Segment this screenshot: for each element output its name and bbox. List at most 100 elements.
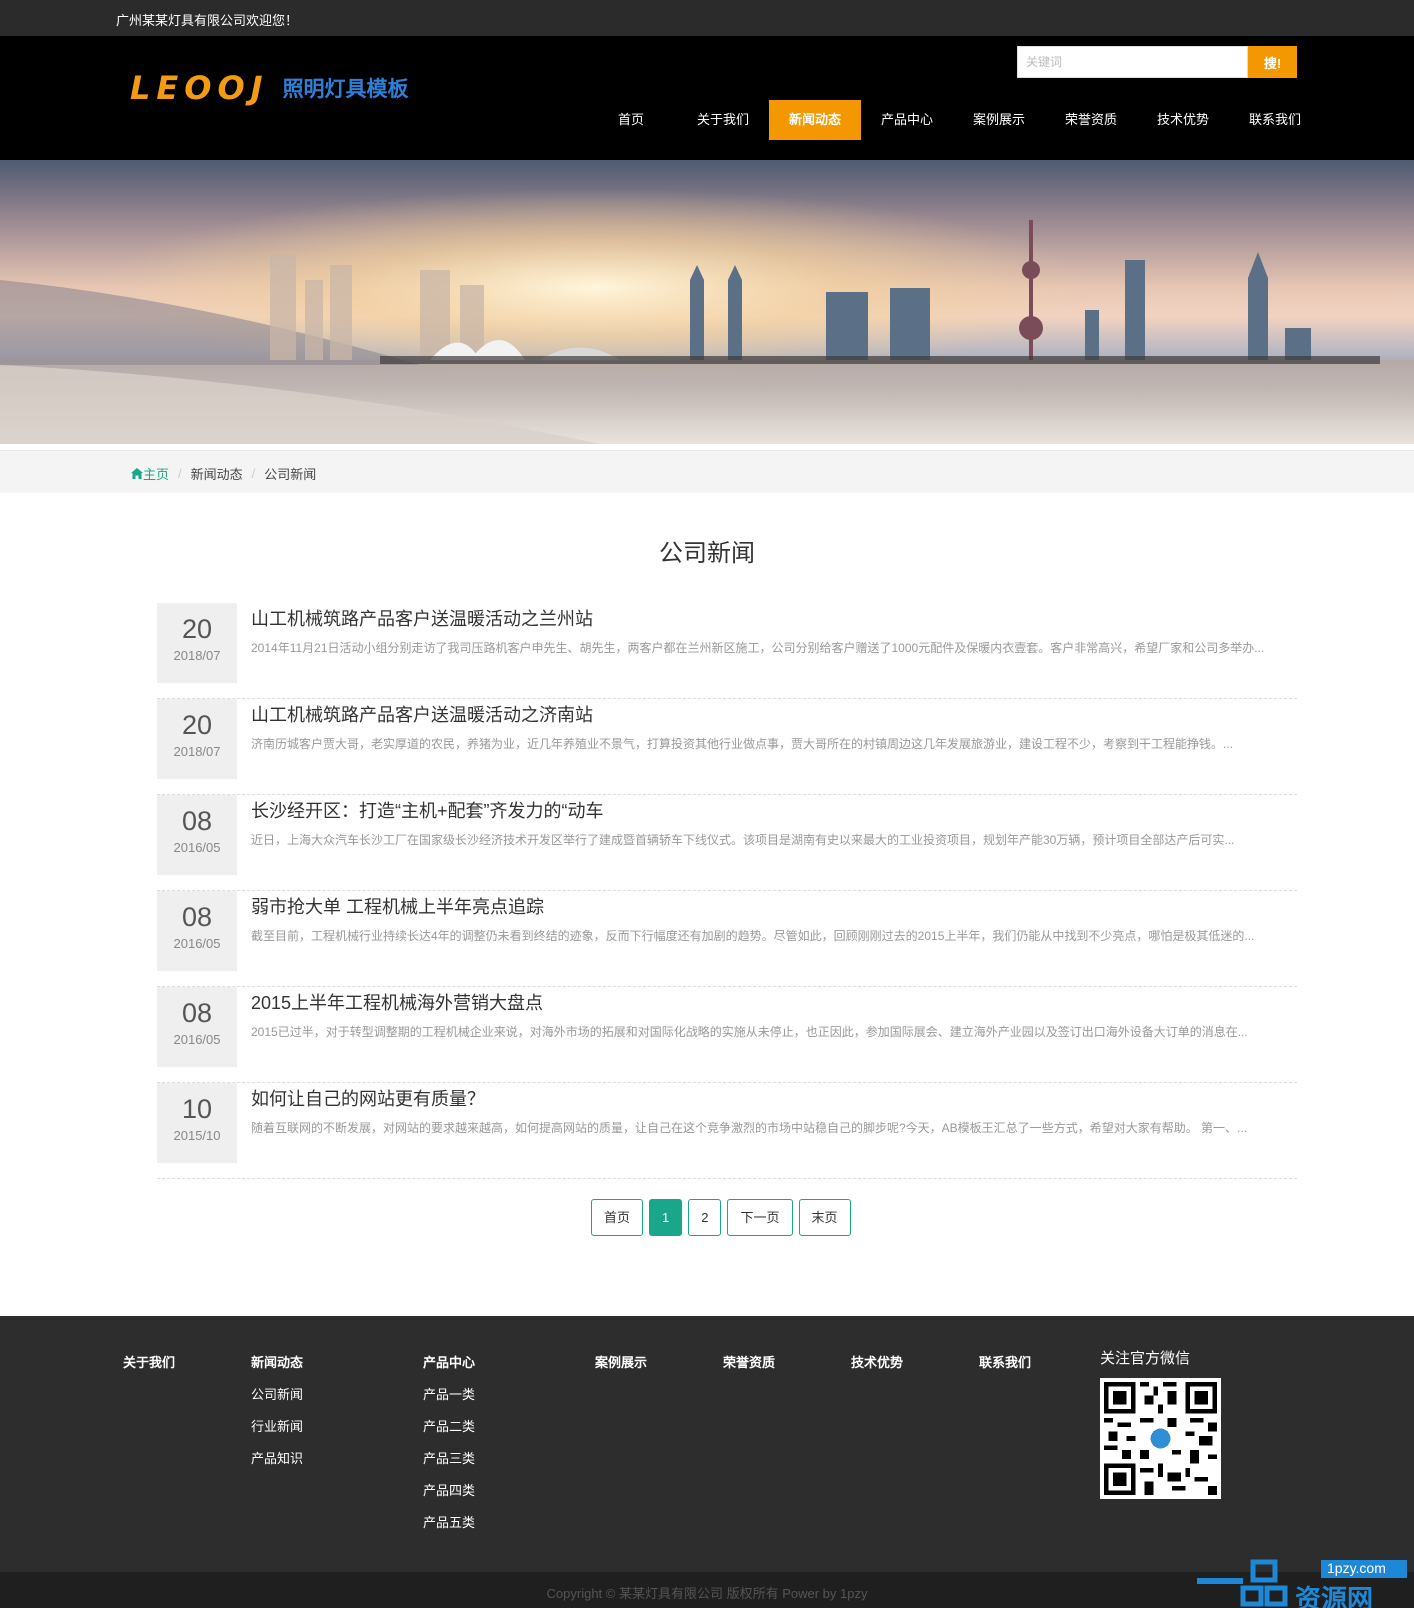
footer-heading[interactable]: 新闻动态 bbox=[251, 1352, 303, 1371]
breadcrumb-separator: / bbox=[178, 466, 182, 481]
news-item[interactable]: 10 2015/10 如何让自己的网站更有质量？ 随着互联网的不断发展，对网站的… bbox=[157, 1083, 1297, 1179]
news-title[interactable]: 山工机械筑路产品客户送温暖活动之兰州站 bbox=[251, 605, 593, 631]
news-year-month: 2016/05 bbox=[173, 840, 221, 855]
watermark-text: 资源网 bbox=[1295, 1585, 1374, 1608]
footer-col-honors: 荣誉资质 bbox=[723, 1352, 775, 1371]
pagination-first[interactable]: 首页 bbox=[591, 1199, 644, 1236]
footer-heading[interactable]: 技术优势 bbox=[851, 1352, 903, 1371]
qr-code-icon bbox=[1104, 1382, 1217, 1495]
pagination-next[interactable]: 下一页 bbox=[727, 1199, 793, 1236]
date-box: 20 2018/07 bbox=[157, 603, 237, 683]
news-day: 08 bbox=[181, 998, 213, 1028]
news-title[interactable]: 2015上半年工程机械海外营销大盘点 bbox=[251, 989, 543, 1015]
nav-item-tech[interactable]: 技术优势 bbox=[1137, 100, 1229, 140]
page-title: 公司新闻 bbox=[659, 540, 755, 567]
news-year-month: 2018/07 bbox=[173, 744, 221, 759]
news-item[interactable]: 20 2018/07 山工机械筑路产品客户送温暖活动之兰州站 2014年11月2… bbox=[157, 603, 1297, 699]
footer-heading[interactable]: 关于我们 bbox=[123, 1352, 175, 1371]
pagination-page-2[interactable]: 2 bbox=[688, 1199, 722, 1236]
news-day: 10 bbox=[181, 1094, 213, 1124]
news-item[interactable]: 08 2016/05 2015上半年工程机械海外营销大盘点 2015已过半，对于… bbox=[157, 987, 1297, 1083]
pagination: 首页 1 2 下一页 末页 bbox=[591, 1199, 851, 1236]
footer-heading[interactable]: 产品中心 bbox=[423, 1352, 475, 1371]
site-footer: 关于我们 新闻动态 公司新闻 行业新闻 产品知识 产品中心 产品一类 产品二类 … bbox=[0, 1316, 1414, 1572]
footer-wechat: 关注官方微信 bbox=[1100, 1347, 1221, 1499]
footer-col-contact: 联系我们 bbox=[979, 1352, 1031, 1371]
news-year-month: 2016/05 bbox=[173, 1032, 221, 1047]
pagination-page-1[interactable]: 1 bbox=[649, 1199, 683, 1236]
footer-link[interactable]: 产品知识 bbox=[251, 1448, 303, 1467]
city-skyline-image bbox=[0, 160, 1414, 444]
footer-heading[interactable]: 联系我们 bbox=[979, 1352, 1031, 1371]
news-title[interactable]: 长沙经开区：打造“主机+配套”齐发力的“动车 bbox=[251, 797, 604, 823]
date-box: 10 2015/10 bbox=[157, 1083, 237, 1163]
nav-item-products[interactable]: 产品中心 bbox=[861, 100, 953, 140]
main-nav: 首页 关于我们 新闻动态 产品中心 案例展示 荣誉资质 技术优势 联系我们 bbox=[585, 100, 1321, 140]
news-item[interactable]: 08 2016/05 长沙经开区：打造“主机+配套”齐发力的“动车 近日，上海大… bbox=[157, 795, 1297, 891]
news-year-month: 2015/10 bbox=[173, 1128, 221, 1143]
news-summary: 截至目前，工程机械行业持续长达4年的调整仍未看到终结的迹象，反而下行幅度还有加剧… bbox=[251, 929, 1255, 943]
news-day: 08 bbox=[181, 902, 213, 932]
footer-link[interactable]: 行业新闻 bbox=[251, 1416, 303, 1435]
footer-col-tech: 技术优势 bbox=[851, 1352, 903, 1371]
footer-link[interactable]: 产品二类 bbox=[423, 1416, 475, 1435]
breadcrumb: 主页 / 新闻动态 / 公司新闻 bbox=[131, 464, 316, 483]
footer-link[interactable]: 产品一类 bbox=[423, 1384, 475, 1403]
wechat-qr-code bbox=[1100, 1378, 1221, 1499]
breadcrumb-separator: / bbox=[251, 466, 256, 481]
footer-link[interactable]: 产品四类 bbox=[423, 1480, 475, 1499]
breadcrumb-bar: 主页 / 新闻动态 / 公司新闻 bbox=[0, 450, 1414, 493]
nav-item-contact[interactable]: 联系我们 bbox=[1229, 100, 1321, 140]
search-button[interactable]: 搜! bbox=[1248, 46, 1297, 78]
footer-link[interactable]: 公司新闻 bbox=[251, 1384, 303, 1403]
site-logo[interactable]: LEOOJ 照明灯具模板 bbox=[130, 68, 409, 108]
news-summary: 随着互联网的不断发展，对网站的要求越来越高，如何提高网站的质量，让自己在这个竞争… bbox=[251, 1121, 1248, 1135]
news-title[interactable]: 弱市抢大单 工程机械上半年亮点追踪 bbox=[251, 893, 544, 919]
welcome-text: 广州某某灯具有限公司欢迎您！ bbox=[116, 13, 299, 28]
news-summary: 2014年11月21日活动小组分别走访了我司压路机客户申先生、胡先生，两客户都在… bbox=[251, 641, 1265, 655]
top-bar: 广州某某灯具有限公司欢迎您！ bbox=[0, 0, 1414, 36]
news-year-month: 2016/05 bbox=[173, 936, 221, 951]
date-box: 08 2016/05 bbox=[157, 795, 237, 875]
footer-col-about: 关于我们 bbox=[123, 1352, 175, 1371]
news-year-month: 2018/07 bbox=[173, 648, 221, 663]
news-item[interactable]: 20 2018/07 山工机械筑路产品客户送温暖活动之济南站 济南历城客户贾大哥… bbox=[157, 699, 1297, 795]
news-item[interactable]: 08 2016/05 弱市抢大单 工程机械上半年亮点追踪 截至目前，工程机械行业… bbox=[157, 891, 1297, 987]
news-list: 20 2018/07 山工机械筑路产品客户送温暖活动之兰州站 2014年11月2… bbox=[157, 603, 1297, 1179]
breadcrumb-current: 公司新闻 bbox=[264, 467, 317, 482]
footer-heading[interactable]: 荣誉资质 bbox=[723, 1352, 775, 1371]
breadcrumb-home[interactable]: 主页 bbox=[131, 464, 169, 483]
news-title[interactable]: 山工机械筑路产品客户送温暖活动之济南站 bbox=[251, 701, 593, 727]
pagination-last[interactable]: 末页 bbox=[798, 1199, 851, 1236]
watermark-domain: 1pzy.com bbox=[1327, 1560, 1386, 1576]
nav-item-cases[interactable]: 案例展示 bbox=[953, 100, 1045, 140]
footer-link[interactable]: 产品五类 bbox=[423, 1512, 475, 1531]
news-day: 20 bbox=[181, 614, 213, 644]
news-day: 08 bbox=[181, 806, 213, 836]
logo-tagline: 照明灯具模板 bbox=[282, 78, 409, 101]
breadcrumb-home-label: 主页 bbox=[143, 467, 170, 482]
site-header: LEOOJ 照明灯具模板 搜! 首页 关于我们 新闻动态 产品中心 案例展示 荣… bbox=[0, 36, 1414, 160]
footer-col-news: 新闻动态 公司新闻 行业新闻 产品知识 bbox=[251, 1352, 303, 1467]
breadcrumb-news[interactable]: 新闻动态 bbox=[191, 464, 243, 483]
logo-mark: LEOOJ bbox=[130, 69, 269, 107]
footer-link[interactable]: 产品三类 bbox=[423, 1448, 475, 1467]
hero-banner bbox=[0, 160, 1414, 444]
footer-heading[interactable]: 案例展示 bbox=[595, 1352, 647, 1371]
home-icon bbox=[131, 468, 143, 479]
footer-col-products: 产品中心 产品一类 产品二类 产品三类 产品四类 产品五类 bbox=[423, 1352, 475, 1531]
date-box: 08 2016/05 bbox=[157, 891, 237, 971]
news-summary: 近日，上海大众汽车长沙工厂在国家级长沙经济技术开发区举行了建成暨首辆轿车下线仪式… bbox=[251, 833, 1235, 847]
footer-col-cases: 案例展示 bbox=[595, 1352, 647, 1371]
nav-item-news[interactable]: 新闻动态 bbox=[769, 100, 861, 140]
watermark-logo: 1pzy.com 资源网 bbox=[1195, 1548, 1414, 1608]
search-input[interactable] bbox=[1017, 46, 1248, 78]
news-day: 20 bbox=[181, 710, 213, 740]
date-box: 20 2018/07 bbox=[157, 699, 237, 779]
news-title[interactable]: 如何让自己的网站更有质量？ bbox=[251, 1085, 485, 1111]
wechat-heading: 关注官方微信 bbox=[1100, 1350, 1191, 1367]
nav-item-honors[interactable]: 荣誉资质 bbox=[1045, 100, 1137, 140]
nav-item-about[interactable]: 关于我们 bbox=[677, 100, 769, 140]
nav-item-home[interactable]: 首页 bbox=[585, 100, 677, 140]
search-form: 搜! bbox=[1017, 46, 1297, 78]
